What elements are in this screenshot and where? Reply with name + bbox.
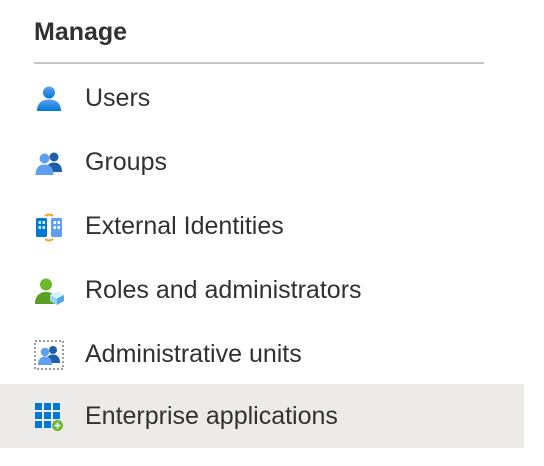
section-title: Manage (34, 18, 128, 46)
nav-item-label: Administrative units (85, 340, 302, 368)
enterprise-apps-icon (34, 402, 64, 432)
nav-item-external-identities[interactable]: External Identities (0, 194, 524, 258)
user-icon (34, 84, 64, 114)
nav-item-roles-and-administrators[interactable]: Roles and administrators (0, 258, 524, 322)
nav-item-label: Enterprise applications (85, 402, 338, 430)
nav-item-administrative-units[interactable]: Administrative units (0, 322, 524, 386)
nav-item-groups[interactable]: Groups (0, 130, 524, 194)
nav-item-label: External Identities (85, 212, 284, 240)
manage-nav-panel: Manage Users Groups External Identities … (0, 0, 544, 466)
nav-item-label: Users (85, 84, 151, 112)
nav-item-enterprise-applications[interactable]: Enterprise applications (0, 384, 524, 448)
external-identities-icon (34, 212, 64, 242)
administrative-units-icon (34, 340, 64, 370)
section-divider (34, 62, 484, 64)
groups-icon (34, 148, 64, 178)
roles-icon (34, 276, 64, 306)
nav-item-label: Roles and administrators (85, 276, 362, 304)
nav-item-label: Groups (85, 148, 167, 176)
nav-item-users[interactable]: Users (0, 66, 524, 130)
